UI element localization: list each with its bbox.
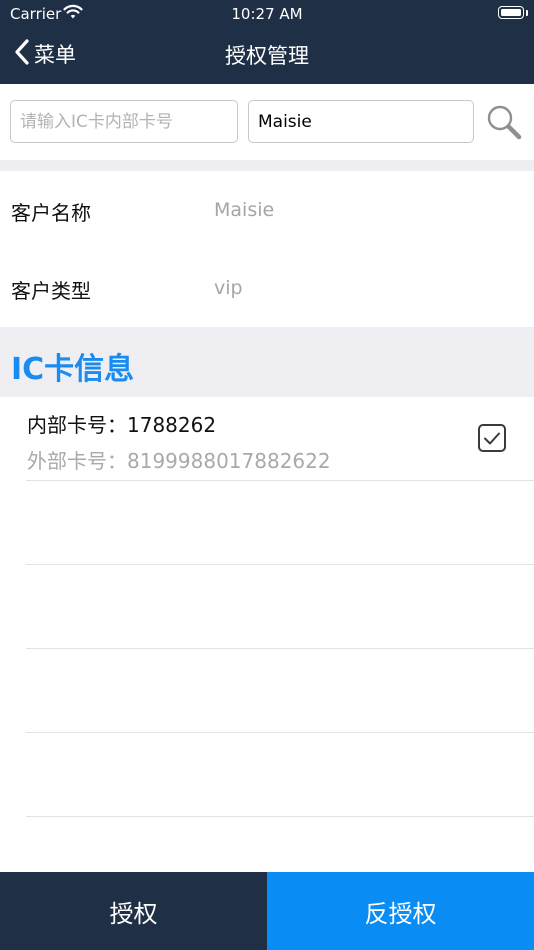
section-title: IC卡信息 (11, 352, 135, 387)
bottom-action-bar: 授权 反授权 (0, 872, 534, 950)
battery-icon (498, 6, 524, 19)
card-list: 内部卡号：1788262 外部卡号：8199988017882622 (0, 397, 534, 817)
deauthorize-button[interactable]: 反授权 (267, 872, 534, 950)
customer-type-value: vip (214, 277, 243, 299)
customer-type-label: 客户类型 (11, 279, 91, 303)
clock: 10:27 AM (231, 5, 303, 23)
status-bar: Carrier 10:27 AM (0, 0, 534, 28)
empty-row (0, 733, 534, 817)
customer-name-label: 客户名称 (11, 201, 91, 225)
navigation-bar: Carrier 10:27 AM 菜单 授权管理 (0, 0, 534, 84)
card-list-item[interactable]: 内部卡号：1788262 外部卡号：8199988017882622 (0, 397, 534, 481)
search-icon (486, 105, 522, 144)
checkmark-icon (484, 432, 500, 445)
customer-name-row: 客户名称 Maisie (0, 171, 534, 250)
empty-row (0, 565, 534, 649)
section-spacer (0, 160, 534, 171)
card-checkbox[interactable] (478, 424, 506, 452)
authorize-button[interactable]: 授权 (0, 872, 267, 950)
internal-card-number: 内部卡号：1788262 (27, 413, 217, 437)
search-bar (0, 84, 534, 160)
customer-type-row: 客户类型 vip (0, 249, 534, 327)
customer-name-value: Maisie (214, 199, 275, 221)
row-divider (26, 816, 534, 817)
customer-name-input[interactable] (248, 100, 474, 143)
page-title: 授权管理 (225, 44, 309, 68)
card-number-input[interactable] (10, 100, 238, 143)
external-card-number: 外部卡号：8199988017882622 (27, 449, 331, 473)
empty-row (0, 481, 534, 565)
battery-tip (526, 10, 528, 16)
ic-card-section-header: IC卡信息 (0, 327, 534, 397)
empty-row (0, 649, 534, 733)
search-button[interactable] (486, 104, 522, 140)
